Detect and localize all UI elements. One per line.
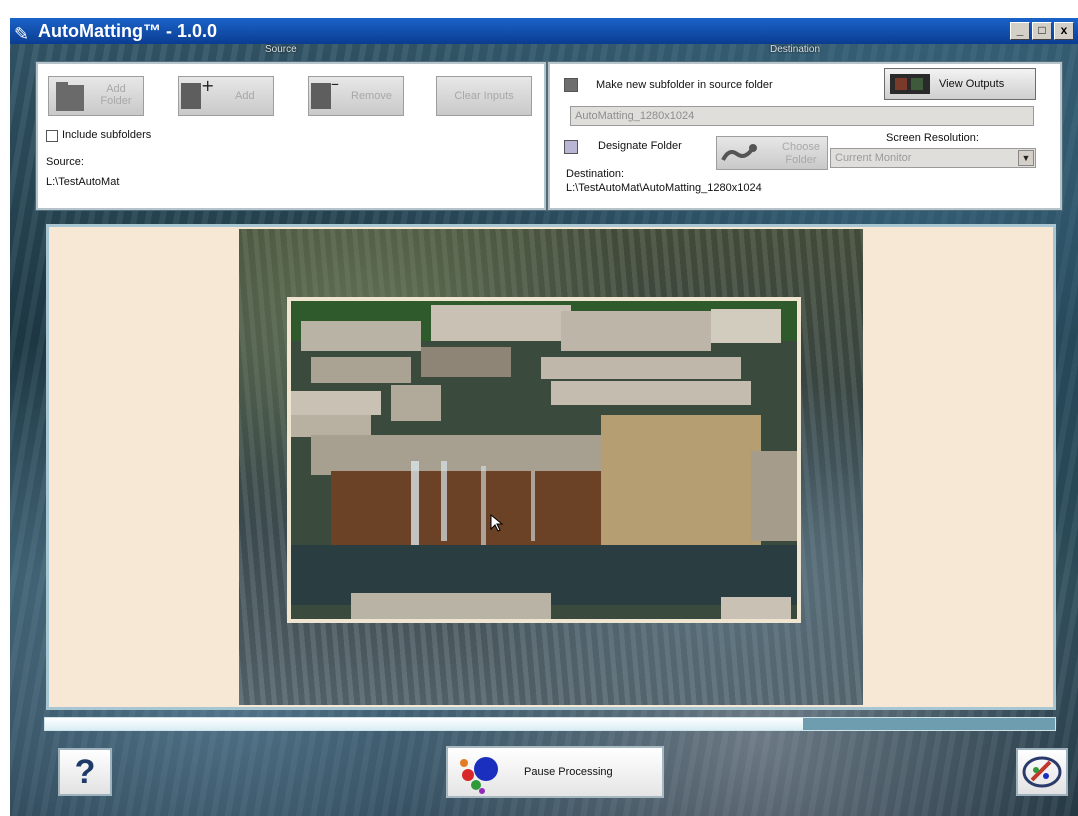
pause-processing-label: Pause Processing bbox=[524, 766, 613, 778]
photo-stack-icon bbox=[890, 74, 930, 94]
source-section-label: Source bbox=[265, 44, 297, 55]
processing-dots-icon bbox=[460, 757, 498, 794]
include-subfolders-label: Include subfolders bbox=[62, 129, 152, 141]
waterfall-image bbox=[291, 301, 797, 619]
svg-text:–: – bbox=[331, 77, 339, 93]
maximize-button[interactable]: □ bbox=[1032, 22, 1052, 40]
source-label: Source: bbox=[46, 156, 84, 168]
preview-photo bbox=[287, 297, 801, 623]
add-label: Add bbox=[235, 90, 255, 102]
subfolder-name-input[interactable]: AutoMatting_1280x1024 bbox=[570, 106, 1034, 126]
close-button[interactable]: x bbox=[1054, 22, 1074, 40]
clear-inputs-button[interactable]: Clear Inputs bbox=[436, 76, 532, 116]
view-outputs-button[interactable]: View Outputs bbox=[884, 68, 1036, 100]
source-panel: Add Folder + Add – Remove Clear Inputs I… bbox=[36, 62, 546, 210]
view-outputs-label: View Outputs bbox=[939, 78, 1005, 90]
choose-folder-label: Choose Folder bbox=[782, 141, 820, 166]
matte-background bbox=[239, 229, 863, 705]
pencil-logo-icon: ✎ bbox=[14, 24, 30, 44]
processing-progress-bar bbox=[44, 717, 1056, 731]
title-bar: ✎ AutoMatting™ - 1.0.0 _ □ x bbox=[10, 18, 1078, 44]
minimize-button[interactable]: _ bbox=[1010, 22, 1030, 40]
folder-icon bbox=[56, 82, 84, 111]
choose-folder-button[interactable]: Choose Folder bbox=[716, 136, 828, 170]
about-button[interactable] bbox=[1016, 748, 1068, 796]
window-controls: _ □ x bbox=[1010, 22, 1074, 40]
destination-panel: Make new subfolder in source folder View… bbox=[548, 62, 1062, 210]
progress-fill bbox=[45, 718, 803, 730]
help-button[interactable]: ? bbox=[58, 748, 112, 796]
clear-inputs-label: Clear Inputs bbox=[454, 90, 514, 102]
remove-label: Remove bbox=[351, 90, 392, 102]
remove-file-icon: – bbox=[311, 77, 339, 109]
window-title: AutoMatting™ - 1.0.0 bbox=[38, 21, 217, 41]
source-path: L:\TestAutoMat bbox=[46, 176, 120, 188]
mouse-cursor-icon bbox=[490, 513, 504, 532]
matting-preview bbox=[46, 224, 1056, 710]
destination-section-label: Destination bbox=[770, 44, 821, 55]
screen-resolution-select[interactable]: Current Monitor ▼ bbox=[830, 148, 1036, 168]
help-label: ? bbox=[74, 753, 96, 791]
include-subfolders-checkbox[interactable] bbox=[46, 130, 58, 142]
screen-resolution-value: Current Monitor bbox=[835, 152, 912, 164]
make-subfolder-label: Make new subfolder in source folder bbox=[596, 79, 773, 91]
chevron-down-icon[interactable]: ▼ bbox=[1018, 150, 1034, 166]
make-subfolder-checkbox[interactable] bbox=[564, 78, 578, 92]
designate-folder-checkbox[interactable] bbox=[564, 140, 578, 154]
designate-folder-label: Designate Folder bbox=[598, 140, 682, 152]
pause-processing-button[interactable]: Pause Processing bbox=[446, 746, 664, 798]
add-folder-button[interactable]: Add Folder bbox=[48, 76, 144, 116]
app-window: ✎ AutoMatting™ - 1.0.0 _ □ x Source Dest… bbox=[10, 18, 1078, 816]
add-file-icon: + bbox=[181, 77, 213, 109]
pencil-logo-icon bbox=[1022, 756, 1062, 788]
folder-path-icon bbox=[721, 144, 757, 161]
add-button[interactable]: + Add bbox=[178, 76, 274, 116]
destination-path: L:\TestAutoMat\AutoMatting_1280x1024 bbox=[566, 182, 762, 194]
destination-label: Destination: bbox=[566, 168, 625, 180]
screen-resolution-label: Screen Resolution: bbox=[886, 132, 979, 144]
svg-text:+: + bbox=[201, 77, 213, 95]
remove-button[interactable]: – Remove bbox=[308, 76, 404, 116]
add-folder-label: Add Folder bbox=[100, 83, 132, 107]
